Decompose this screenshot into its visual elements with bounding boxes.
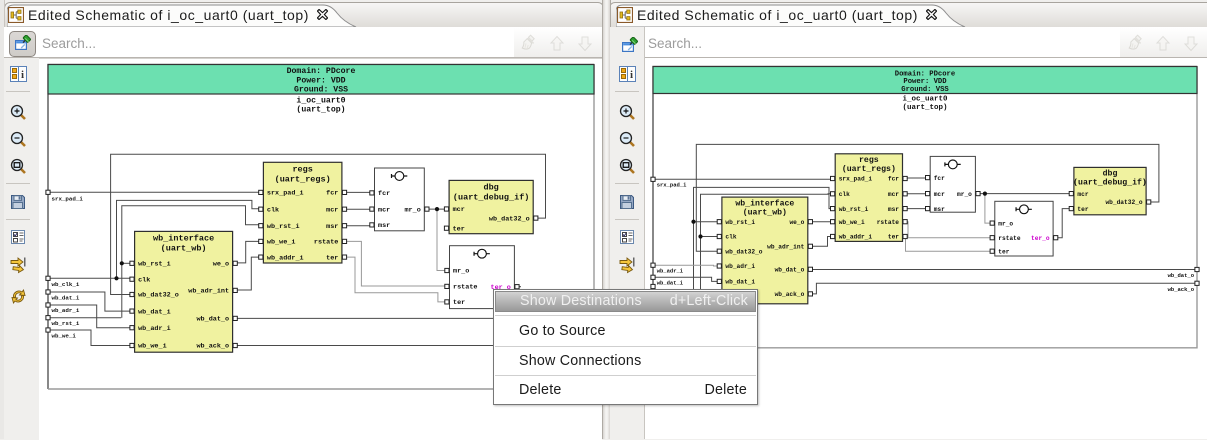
svg-text:dbg: dbg (1103, 169, 1118, 179)
svg-text:fcr: fcr (326, 190, 338, 198)
svg-text:wb_adr_i: wb_adr_i (138, 325, 171, 333)
svg-text:(uart_top): (uart_top) (296, 105, 345, 115)
svg-text:we_o: we_o (789, 219, 804, 226)
svg-text:ter: ter (326, 254, 338, 262)
svg-text:ter_o: ter_o (1031, 235, 1050, 242)
svg-text:wb_adr_int: wb_adr_int (767, 244, 804, 251)
svg-text:wb_ack_o: wb_ack_o (775, 291, 805, 298)
svg-text:clk: clk (839, 191, 850, 198)
svg-text:(uart_debug_if): (uart_debug_if) (453, 193, 530, 203)
svg-text:Ground: VSS: Ground: VSS (294, 85, 348, 95)
svg-text:wb_we_i: wb_we_i (267, 239, 296, 247)
svg-text:clk: clk (138, 276, 150, 284)
svg-text:wb_dat32_o: wb_dat32_o (725, 248, 762, 255)
svg-text:ter: ter (1077, 206, 1088, 213)
svg-text:wb_we_i: wb_we_i (138, 343, 167, 351)
svg-text:wb_dat_o: wb_dat_o (196, 316, 229, 324)
svg-text:mr_o: mr_o (404, 206, 420, 214)
svg-text:(uart_top): (uart_top) (902, 104, 947, 112)
svg-text:mr_o: mr_o (957, 191, 972, 198)
svg-text:i_oc_uart0: i_oc_uart0 (296, 96, 345, 106)
svg-text:wb_dat32_o: wb_dat32_o (1105, 199, 1142, 206)
svg-text:wb_adr_i: wb_adr_i (52, 307, 80, 314)
svg-text:wb_we_i: wb_we_i (839, 219, 865, 226)
svg-text:ter: ter (888, 234, 899, 241)
svg-text:wb_dat_i: wb_dat_i (138, 308, 171, 316)
svg-text:wb_dat_o: wb_dat_o (1168, 272, 1195, 279)
svg-text:msr: msr (326, 223, 338, 231)
svg-text:wb_rst_i: wb_rst_i (52, 320, 80, 327)
svg-text:msr: msr (888, 206, 899, 213)
svg-text:wb_dat32_o: wb_dat32_o (138, 292, 179, 300)
svg-text:(uart_debug_if): (uart_debug_if) (1073, 178, 1147, 188)
svg-text:mcr: mcr (1077, 191, 1088, 198)
svg-text:(uart_regs): (uart_regs) (275, 175, 331, 185)
svg-text:regs: regs (292, 165, 312, 175)
svg-text:Power: VDD: Power: VDD (903, 78, 947, 86)
svg-text:wb_addr_i: wb_addr_i (267, 254, 304, 262)
svg-text:rstate: rstate (877, 219, 900, 226)
svg-text:wb_addr_i: wb_addr_i (839, 234, 873, 241)
svg-text:(uart_wb): (uart_wb) (161, 244, 207, 254)
svg-text:wb_adr_int: wb_adr_int (188, 288, 229, 296)
svg-text:wb_clk_i: wb_clk_i (52, 281, 80, 288)
svg-text:wb_ack_o: wb_ack_o (1168, 286, 1195, 293)
svg-text:wb_dat_i: wb_dat_i (657, 279, 684, 286)
svg-text:ter: ter (998, 248, 1009, 255)
svg-text:rstate: rstate (453, 284, 477, 292)
svg-text:Domain: PDcore: Domain: PDcore (287, 66, 356, 76)
svg-text:Ground: VSS: Ground: VSS (901, 86, 949, 94)
svg-text:mr_o: mr_o (453, 268, 469, 276)
svg-text:rstate: rstate (314, 239, 338, 247)
svg-text:i_oc_uart0: i_oc_uart0 (902, 95, 948, 103)
svg-text:wb_rst_i: wb_rst_i (725, 219, 755, 226)
svg-text:fcr: fcr (888, 176, 899, 183)
svg-text:clk: clk (267, 206, 279, 214)
svg-text:wb_rst_i: wb_rst_i (267, 223, 300, 231)
svg-text:srx_pad_i: srx_pad_i (267, 190, 304, 198)
svg-text:msr: msr (934, 206, 945, 213)
svg-text:srx_pad_i: srx_pad_i (839, 176, 873, 183)
svg-text:mcr: mcr (888, 191, 899, 198)
svg-text:wb_adr_i: wb_adr_i (657, 268, 684, 275)
svg-text:mcr: mcr (378, 206, 390, 214)
svg-text:regs: regs (859, 156, 879, 165)
svg-text:dbg: dbg (483, 183, 498, 193)
svg-text:(uart_wb): (uart_wb) (743, 208, 787, 218)
svg-text:ter: ter (453, 225, 465, 233)
svg-text:wb_dat_i: wb_dat_i (52, 294, 80, 301)
svg-text:mcr: mcr (453, 206, 465, 214)
svg-text:msr: msr (378, 222, 390, 230)
svg-text:wb_dat_i: wb_dat_i (725, 279, 755, 286)
svg-text:wb_rst_i: wb_rst_i (138, 261, 171, 269)
svg-text:wb_ack_o: wb_ack_o (196, 343, 229, 351)
svg-text:mcr: mcr (326, 206, 338, 214)
svg-text:mr_o: mr_o (998, 220, 1013, 227)
svg-text:wb_dat_o: wb_dat_o (775, 267, 805, 274)
svg-text:wb_interface: wb_interface (735, 199, 794, 209)
svg-text:srx_pad_i: srx_pad_i (657, 182, 687, 189)
svg-text:(uart_regs): (uart_regs) (842, 164, 896, 174)
svg-text:we_o: we_o (213, 261, 229, 269)
svg-text:wb_we_i: wb_we_i (52, 333, 77, 340)
svg-text:ter: ter (453, 299, 465, 307)
svg-text:Power: VDD: Power: VDD (296, 76, 345, 85)
svg-text:wb_adr_i: wb_adr_i (725, 263, 755, 270)
svg-text:srx_pad_i: srx_pad_i (52, 195, 84, 202)
svg-text:mcr: mcr (934, 191, 945, 198)
svg-text:fcr: fcr (934, 175, 945, 182)
svg-text:clk: clk (725, 234, 736, 241)
svg-text:wb_dat32_o: wb_dat32_o (489, 215, 530, 223)
svg-text:wb_rst_i: wb_rst_i (839, 206, 869, 213)
svg-text:wb_interface: wb_interface (153, 234, 214, 244)
svg-text:rstate: rstate (998, 235, 1021, 242)
svg-text:fcr: fcr (378, 190, 390, 198)
